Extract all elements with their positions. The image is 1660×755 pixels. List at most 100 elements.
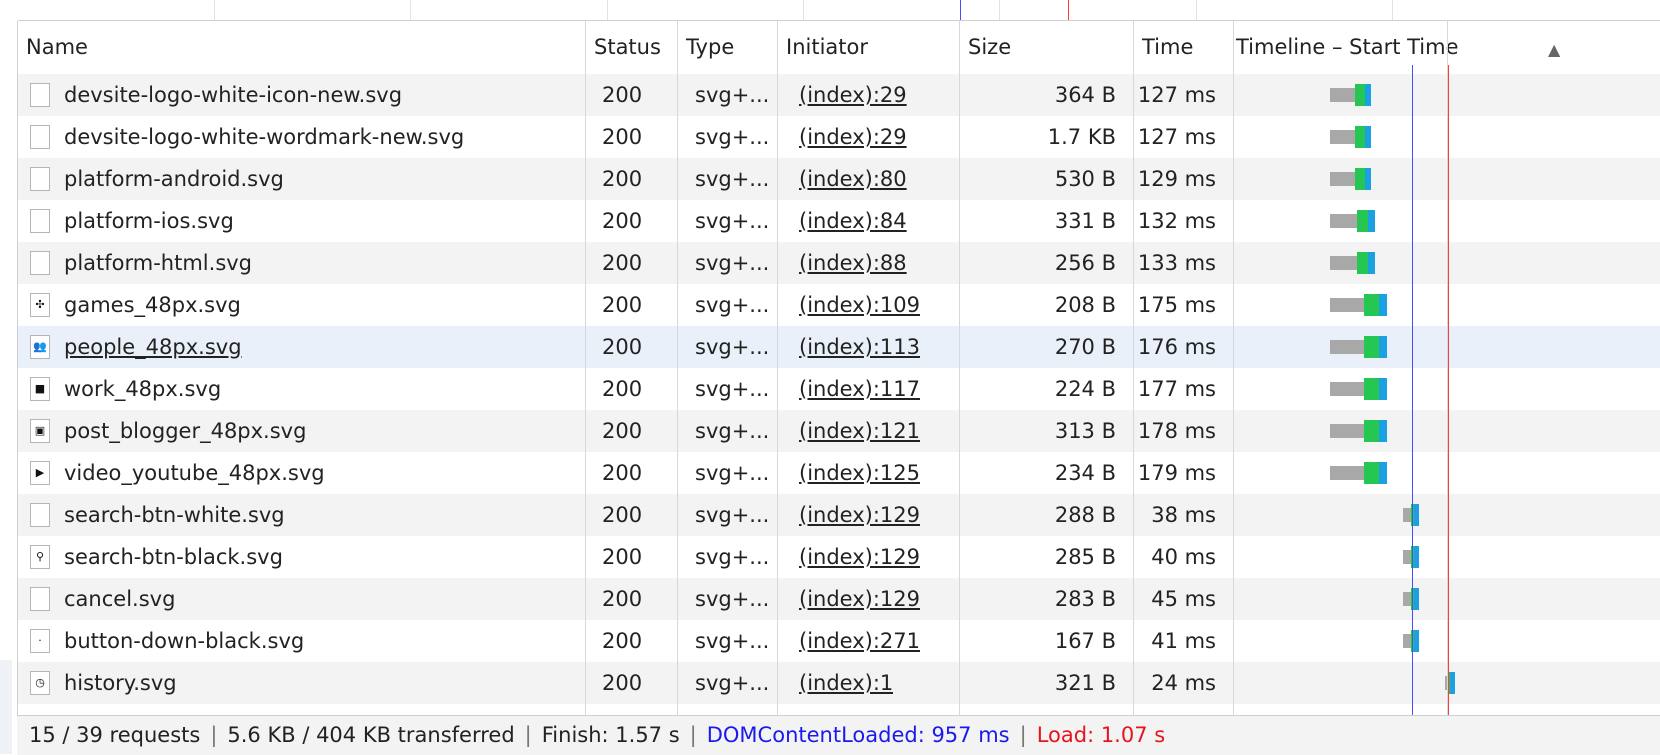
people-icon: 👥 bbox=[30, 335, 50, 359]
separator: | bbox=[1019, 723, 1027, 747]
request-status: 200 bbox=[602, 83, 643, 107]
waterfall-waiting-bar bbox=[1329, 256, 1357, 270]
blank-file-icon bbox=[30, 587, 50, 611]
youtube-icon: ▶ bbox=[30, 461, 50, 485]
table-row[interactable]: cancel.svg 200 svg+... (index):129 283 B 45 m… bbox=[18, 578, 1660, 620]
request-initiator-link[interactable]: (index):109 bbox=[799, 284, 920, 326]
request-name[interactable]: devsite-logo-white-icon-new.svg bbox=[64, 74, 402, 116]
request-name[interactable]: post_blogger_48px.svg bbox=[64, 410, 306, 452]
request-name[interactable]: search-btn-white.svg bbox=[64, 494, 285, 536]
waterfall-waiting-bar bbox=[1329, 424, 1365, 438]
table-row[interactable]: platform-ios.svg 200 svg+... (index):84 331 … bbox=[18, 200, 1660, 242]
waterfall-waiting-bar bbox=[1329, 172, 1355, 186]
request-initiator-link[interactable]: (index):29 bbox=[799, 116, 907, 158]
request-initiator-link[interactable]: (index):84 bbox=[799, 200, 907, 242]
waterfall-waiting-bar bbox=[1329, 466, 1365, 480]
column-divider[interactable] bbox=[677, 21, 678, 715]
table-row[interactable]: ▶ video_youtube_48px.svg 200 svg+... (index)… bbox=[18, 452, 1660, 494]
request-initiator-link[interactable]: (index):121 bbox=[799, 410, 920, 452]
column-header-name[interactable]: Name bbox=[18, 21, 586, 74]
request-initiator-link[interactable]: (index):117 bbox=[799, 368, 920, 410]
request-size: 224 B bbox=[1054, 377, 1116, 401]
table-row[interactable]: ■ work_48px.svg 200 svg+... (index):117 224 B… bbox=[18, 368, 1660, 410]
table-row[interactable]: 👥 people_48px.svg 200 svg+... (index):113 270… bbox=[18, 326, 1660, 368]
waterfall-waiting-bar bbox=[1329, 340, 1365, 354]
table-row[interactable]: platform-html.svg 200 svg+... (index):88 256… bbox=[18, 242, 1660, 284]
table-row[interactable]: platform-android.svg 200 svg+... (index):80… bbox=[18, 158, 1660, 200]
waterfall-download-bar bbox=[1414, 588, 1420, 610]
sort-ascending-icon[interactable]: ▲ bbox=[1548, 40, 1560, 59]
request-size: 1.7 KB bbox=[1047, 125, 1116, 149]
overview-divider bbox=[803, 0, 804, 20]
request-initiator-link[interactable]: (index):271 bbox=[799, 620, 920, 662]
overview-timeline[interactable] bbox=[18, 0, 1660, 21]
column-divider[interactable] bbox=[1133, 21, 1134, 715]
column-divider[interactable] bbox=[585, 21, 586, 715]
request-type: svg+... bbox=[695, 461, 770, 485]
request-status: 200 bbox=[602, 419, 643, 443]
request-initiator-link[interactable]: (index):129 bbox=[799, 536, 920, 578]
request-status: 200 bbox=[602, 293, 643, 317]
table-row[interactable]: ◷ history.svg 200 svg+... (index):1 321 B 24 m… bbox=[18, 662, 1660, 704]
request-name[interactable]: platform-android.svg bbox=[64, 158, 284, 200]
overview-divider bbox=[607, 0, 608, 20]
column-divider[interactable] bbox=[959, 21, 960, 715]
request-type: svg+... bbox=[695, 503, 770, 527]
table-row[interactable]: · button-down-black.svg 200 svg+... (index):… bbox=[18, 620, 1660, 662]
request-initiator-link[interactable]: (index):88 bbox=[799, 242, 907, 284]
finish-time: Finish: 1.57 s bbox=[541, 723, 680, 747]
request-name[interactable]: cancel.svg bbox=[64, 578, 175, 620]
request-count: 15 / 39 requests bbox=[29, 723, 201, 747]
waterfall-waiting-bar bbox=[1403, 634, 1411, 648]
request-name[interactable]: devsite-logo-white-wordmark-new.svg bbox=[64, 116, 464, 158]
table-row[interactable]: ⚲ search-btn-black.svg 200 svg+... (index):1… bbox=[18, 536, 1660, 578]
request-name[interactable]: games_48px.svg bbox=[64, 284, 241, 326]
request-size: 331 B bbox=[1054, 209, 1116, 233]
waterfall-download-bar bbox=[1414, 630, 1420, 652]
request-status: 200 bbox=[602, 671, 643, 695]
request-name[interactable]: platform-ios.svg bbox=[64, 200, 234, 242]
column-divider[interactable] bbox=[777, 21, 778, 715]
request-status: 200 bbox=[602, 209, 643, 233]
request-size: 234 B bbox=[1054, 461, 1116, 485]
request-type: svg+... bbox=[695, 125, 770, 149]
request-initiator-link[interactable]: (index):29 bbox=[799, 74, 907, 116]
table-row[interactable]: ▣ post_blogger_48px.svg 200 svg+... (index):… bbox=[18, 410, 1660, 452]
request-name[interactable]: work_48px.svg bbox=[64, 368, 221, 410]
request-type: svg+... bbox=[695, 251, 770, 275]
request-name[interactable]: search-btn-black.svg bbox=[64, 536, 283, 578]
waterfall-waiting-bar bbox=[1403, 508, 1411, 522]
column-header-time[interactable]: Time bbox=[1134, 21, 1234, 74]
column-divider[interactable] bbox=[1233, 21, 1234, 715]
request-name[interactable]: video_youtube_48px.svg bbox=[64, 452, 325, 494]
column-header-initiator[interactable]: Initiator bbox=[778, 21, 960, 74]
waterfall-download-bar bbox=[1365, 126, 1372, 148]
column-header-size[interactable]: Size bbox=[960, 21, 1134, 74]
blank-file-icon bbox=[30, 251, 50, 275]
request-initiator-link[interactable]: (index):113 bbox=[799, 326, 920, 368]
request-name[interactable]: people_48px.svg bbox=[64, 326, 242, 368]
request-type: svg+... bbox=[695, 167, 770, 191]
request-initiator-link[interactable]: (index):129 bbox=[799, 494, 920, 536]
request-initiator-link[interactable]: (index):80 bbox=[799, 158, 907, 200]
request-initiator-link[interactable]: (index):125 bbox=[799, 452, 920, 494]
waterfall-ttfb-bar bbox=[1354, 84, 1366, 106]
column-header-timeline[interactable]: Timeline – Start Time bbox=[1234, 21, 1464, 74]
table-row[interactable]: ✣ games_48px.svg 200 svg+... (index):109 208 … bbox=[18, 284, 1660, 326]
column-header-status[interactable]: Status bbox=[586, 21, 678, 74]
request-size: 364 B bbox=[1054, 83, 1116, 107]
request-name[interactable]: platform-html.svg bbox=[64, 242, 252, 284]
table-row[interactable]: search-btn-white.svg 200 svg+... (index):12… bbox=[18, 494, 1660, 536]
request-name[interactable]: button-down-black.svg bbox=[64, 620, 304, 662]
request-initiator-link[interactable]: (index):129 bbox=[799, 578, 920, 620]
dcl-marker-line bbox=[1411, 65, 1413, 715]
waterfall-waiting-bar bbox=[1403, 592, 1411, 606]
blank-file-icon bbox=[30, 83, 50, 107]
request-initiator-link[interactable]: (index):1 bbox=[799, 662, 893, 704]
request-name[interactable]: history.svg bbox=[64, 662, 177, 704]
request-status: 200 bbox=[602, 545, 643, 569]
table-row[interactable]: devsite-logo-white-wordmark-new.svg 200 sv… bbox=[18, 116, 1660, 158]
table-row[interactable]: devsite-logo-white-icon-new.svg 200 svg+..… bbox=[18, 74, 1660, 116]
column-header-type[interactable]: Type bbox=[678, 21, 778, 74]
waterfall-ttfb-bar bbox=[1356, 210, 1368, 232]
